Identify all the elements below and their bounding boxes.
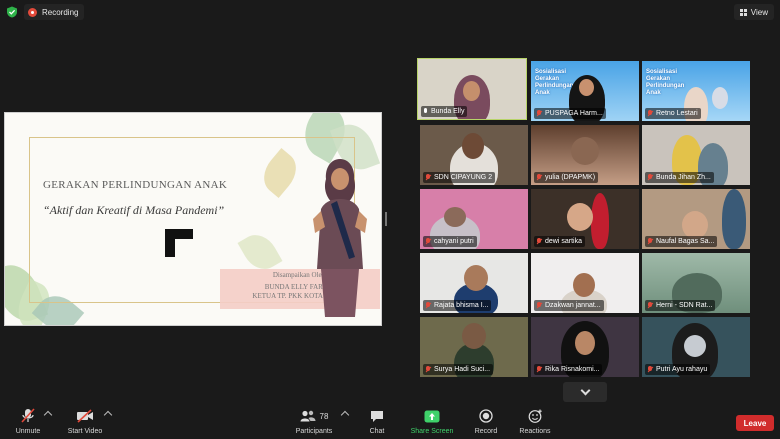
slide-subtitle: “Aktif dan Kreatif di Masa Pandemi”	[43, 203, 225, 217]
participants-options-caret[interactable]	[340, 410, 350, 420]
participant-name: dewi sartika	[534, 236, 585, 247]
mic-muted-icon	[536, 302, 542, 309]
video-off-icon	[77, 409, 93, 423]
top-bar: Recording View	[0, 0, 780, 24]
participant-tile[interactable]: Putri Ayu rahayu	[642, 317, 750, 377]
microphone-icon	[423, 108, 428, 115]
participant-name: Retno Lestari	[645, 108, 701, 119]
participant-name: PUSPAGA Harm...	[534, 108, 606, 119]
view-button[interactable]: View	[733, 4, 774, 20]
participant-tile[interactable]: cahyani putri	[420, 189, 528, 249]
mic-muted-icon	[21, 408, 35, 423]
start-video-label: Start Video	[67, 428, 103, 435]
participant-name: Rika Risnakomi...	[534, 364, 603, 375]
leave-button[interactable]: Leave	[736, 415, 774, 431]
reactions-button[interactable]: Reactions	[514, 407, 556, 439]
record-icon	[28, 7, 37, 17]
participant-tile[interactable]: Herni - SDN Rat...	[642, 253, 750, 313]
mic-muted-icon	[425, 174, 431, 181]
mic-muted-icon	[647, 174, 653, 181]
record-label: Record	[474, 428, 498, 435]
mic-muted-icon	[425, 302, 431, 309]
participants-count: 78	[319, 411, 329, 421]
participant-tile[interactable]: Rika Risnakomi...	[531, 317, 639, 377]
participant-tile[interactable]: Rajata bhisma I...	[420, 253, 528, 313]
participant-name: Herni - SDN Rat...	[645, 300, 716, 311]
participant-tile[interactable]: yulia (DPAPMK)	[531, 125, 639, 185]
share-screen-label: Share Screen	[410, 428, 454, 435]
participant-tile[interactable]: Naufal Bagas Sa...	[642, 189, 750, 249]
participant-tile[interactable]: Surya Hadi Suci...	[420, 317, 528, 377]
qr-code	[165, 229, 193, 257]
shared-screen-slide: GERAKAN PERLINDUNGAN ANAK “Aktif dan Kre…	[4, 112, 382, 326]
participant-name: Bunda Elly	[421, 106, 468, 117]
reactions-icon	[528, 409, 542, 423]
recording-indicator[interactable]: Recording	[24, 4, 85, 20]
participants-icon	[300, 410, 316, 422]
participant-tile[interactable]: Bunda Jihan Zh...	[642, 125, 750, 185]
banner-text: Sosialisasi Gerakan Perlindungan Anak	[646, 69, 685, 96]
mic-muted-icon	[425, 238, 431, 245]
participant-tile[interactable]: Bunda Elly	[417, 58, 527, 120]
share-screen-button[interactable]: Share Screen	[406, 407, 458, 439]
zoom-meeting-window: Recording View GERAKAN PERLINDUNGAN ANAK…	[0, 0, 780, 439]
view-label: View	[750, 7, 768, 17]
participant-name: SDN CIPAYUNG 2	[423, 172, 496, 183]
grid-view-icon	[739, 8, 747, 16]
participant-name: yulia (DPAPMK)	[534, 172, 599, 183]
record-button[interactable]: Record	[470, 407, 502, 439]
participants-label: Participants	[295, 428, 333, 435]
gallery-next-page-button[interactable]	[563, 382, 607, 402]
speaker-photo	[313, 159, 367, 317]
chat-icon	[371, 410, 383, 422]
mic-muted-icon	[647, 238, 653, 245]
mic-muted-icon	[536, 110, 542, 117]
slide-title: GERAKAN PERLINDUNGAN ANAK	[43, 179, 228, 191]
chevron-down-icon	[580, 385, 590, 396]
unmute-button[interactable]: Unmute	[12, 407, 44, 439]
participant-tile[interactable]: SDN CIPAYUNG 2	[420, 125, 528, 185]
participants-button[interactable]: 78 Participants	[290, 407, 338, 439]
mic-muted-icon	[536, 366, 542, 373]
reactions-label: Reactions	[519, 428, 551, 435]
shield-icon[interactable]	[6, 6, 18, 18]
unmute-label: Unmute	[15, 428, 41, 435]
record-icon	[479, 409, 493, 423]
mic-muted-icon	[647, 110, 653, 117]
participant-tile[interactable]: Sosialisasi Gerakan Perlindungan Anak Re…	[642, 61, 750, 121]
mic-muted-icon	[425, 366, 431, 373]
chat-label: Chat	[369, 428, 385, 435]
recording-label: Recording	[42, 7, 79, 17]
participant-name: Putri Ayu rahayu	[645, 364, 711, 375]
participant-name: Surya Hadi Suci...	[423, 364, 494, 375]
participant-tile[interactable]: Sosialisasi Gerakan Perlindungan Anak PU…	[531, 61, 639, 121]
participant-name: Naufal Bagas Sa...	[645, 236, 718, 247]
participant-name: Dzakwan jannat...	[534, 300, 604, 311]
mic-muted-icon	[536, 174, 542, 181]
participant-tile[interactable]: Dzakwan jannat...	[531, 253, 639, 313]
participant-name: Rajata bhisma I...	[423, 300, 492, 311]
mic-muted-icon	[647, 302, 653, 309]
chat-button[interactable]: Chat	[362, 407, 392, 439]
audio-options-caret[interactable]	[43, 410, 53, 420]
banner-text: Sosialisasi Gerakan Perlindungan Anak	[535, 69, 574, 96]
meeting-toolbar: Unmute Start Video 78 Participants Chat …	[0, 405, 780, 439]
split-divider[interactable]	[385, 212, 387, 226]
participant-name: cahyani putri	[423, 236, 477, 247]
participant-name: Bunda Jihan Zh...	[645, 172, 714, 183]
mic-muted-icon	[536, 238, 542, 245]
share-screen-icon	[424, 410, 440, 422]
start-video-button[interactable]: Start Video	[64, 407, 106, 439]
mic-muted-icon	[647, 366, 653, 373]
participant-tile[interactable]: dewi sartika	[531, 189, 639, 249]
